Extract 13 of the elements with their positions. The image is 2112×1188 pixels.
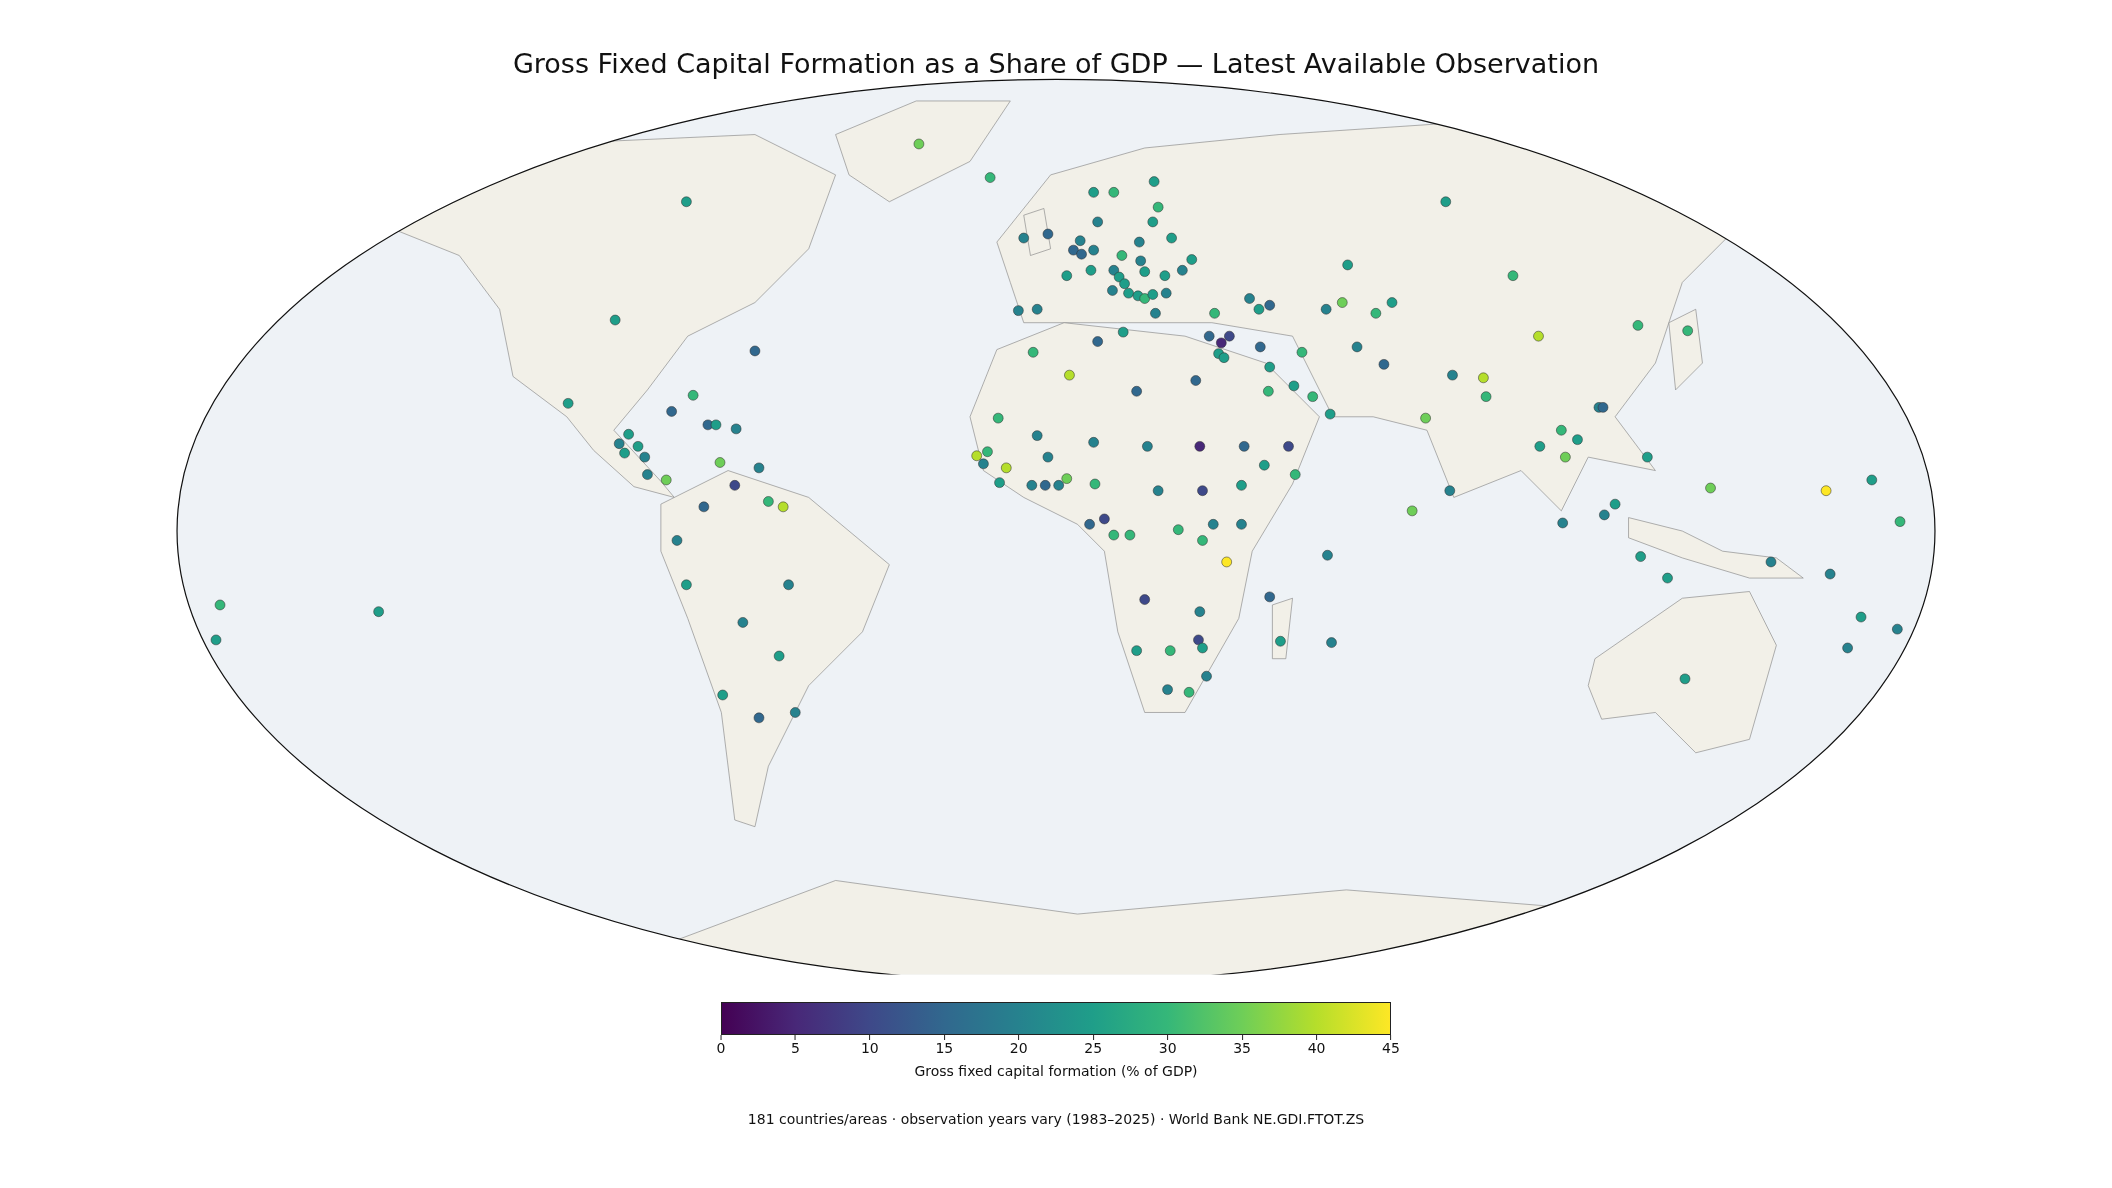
tick-label: 0: [716, 1040, 726, 1057]
tick-label: 35: [1233, 1040, 1251, 1057]
tick-label: 15: [935, 1040, 954, 1057]
tick-label: 45: [1382, 1040, 1400, 1057]
tick-label: 40: [1307, 1040, 1326, 1057]
tick-label: 10: [860, 1040, 879, 1057]
footnote: 181 countries/areas · observation years vary (1983–2025) · World Bank NE.GDI.FTOT.ZS: [747, 1111, 1365, 1127]
tick-label: 20: [1009, 1040, 1028, 1057]
tick-label: 30: [1158, 1040, 1177, 1057]
tick-label: 25: [1084, 1040, 1103, 1057]
tick-label: 5: [791, 1040, 800, 1057]
colorbar-label: Gross fixed capital formation (% of GDP): [914, 1063, 1198, 1079]
chart-title: Gross Fixed Capital Formation as a Share of GDP — Latest Available Observation: [512, 47, 1600, 81]
